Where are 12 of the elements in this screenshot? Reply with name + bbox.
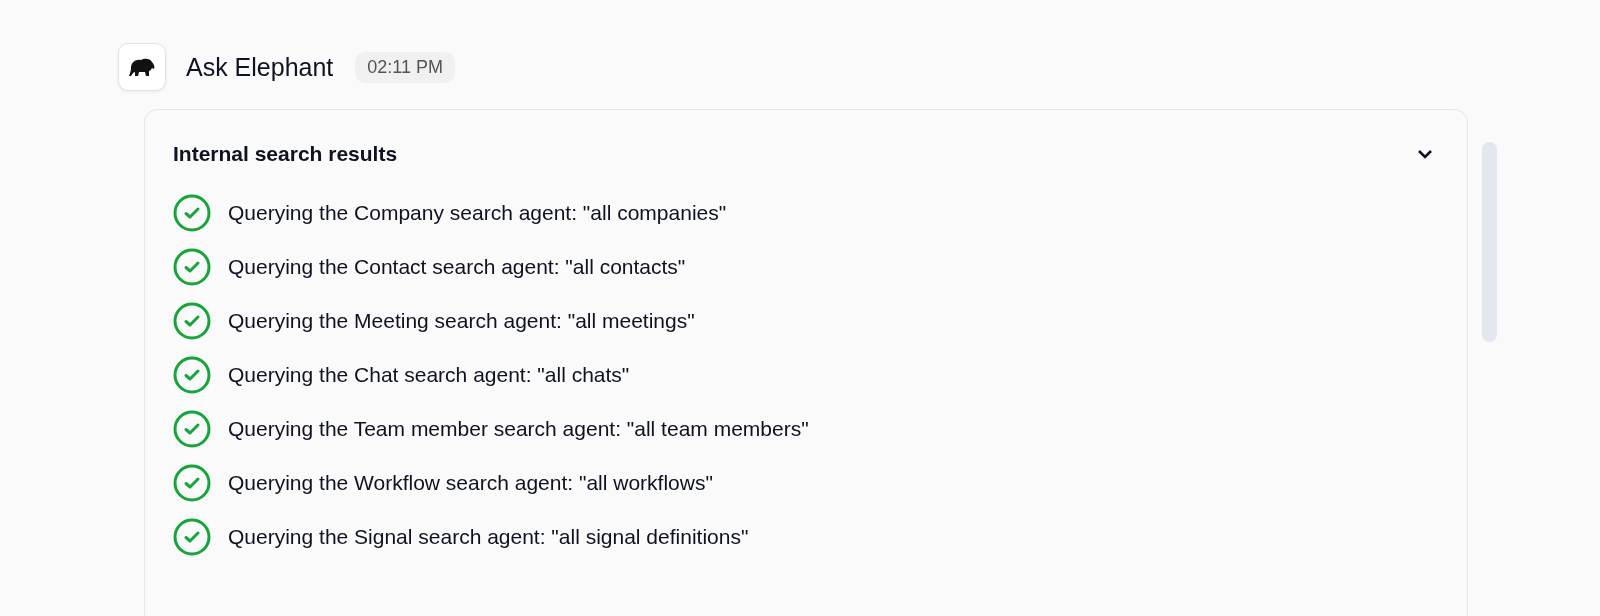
step-text: Querying the Team member search agent: "all team members" [228, 417, 809, 441]
step-text: Querying the Signal search agent: "all signal definitions" [228, 525, 749, 549]
elephant-icon [128, 56, 156, 78]
step-text: Querying the Company search agent: "all companies" [228, 201, 727, 225]
card-title: Internal search results [173, 142, 398, 166]
step-text: Querying the Chat search agent: "all chats" [228, 363, 630, 387]
step-text: Querying the Contact search agent: "all contacts" [228, 255, 686, 279]
timestamp: 02:11 PM [355, 51, 456, 83]
step-text: Querying the Workflow search agent: "all workflows" [228, 471, 713, 495]
sender-name: Ask Elephant [186, 52, 334, 82]
step-text: Querying the Meeting search agent: "all meetings" [228, 309, 695, 333]
scrollbar-thumb[interactable] [1482, 142, 1497, 342]
